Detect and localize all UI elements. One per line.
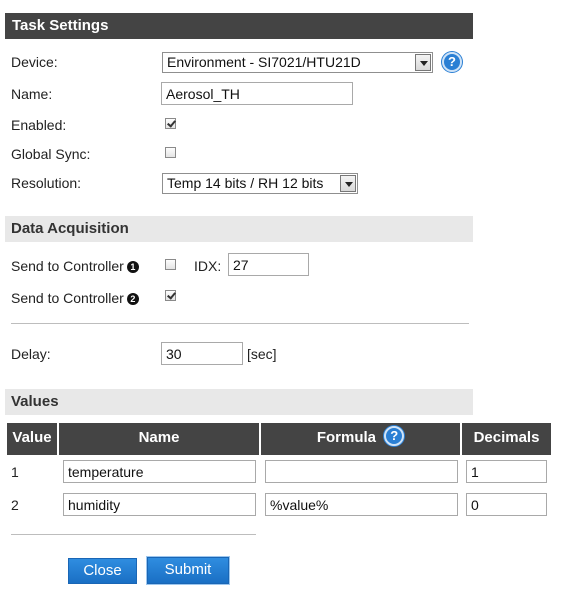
enabled-label: Enabled: bbox=[11, 117, 67, 133]
send-to-controller-2-checkbox[interactable] bbox=[165, 290, 176, 301]
column-header-name: Name bbox=[59, 423, 259, 455]
row-1-decimals-input[interactable] bbox=[466, 460, 547, 483]
send-to-controller-1-checkbox[interactable] bbox=[165, 259, 176, 270]
values-header: Values bbox=[5, 389, 473, 415]
formula-header-text: Formula bbox=[316, 429, 376, 446]
column-header-formula: Formula ? bbox=[261, 423, 460, 455]
divider bbox=[11, 534, 256, 535]
resolution-select-value: Temp 14 bits / RH 12 bits bbox=[167, 175, 324, 191]
row-2-index: 2 bbox=[11, 497, 19, 513]
device-select-value: Environment - SI7021/HTU21D bbox=[167, 54, 361, 70]
divider bbox=[11, 323, 469, 324]
close-button[interactable]: Close bbox=[68, 558, 137, 584]
formula-help-icon[interactable]: ? bbox=[384, 426, 405, 447]
send-to-controller-1-text: Send to Controller bbox=[11, 258, 124, 274]
column-header-value: Value bbox=[7, 423, 57, 455]
delay-label: Delay: bbox=[11, 346, 51, 362]
row-1-name-input[interactable] bbox=[63, 460, 256, 483]
row-2-formula-input[interactable] bbox=[265, 493, 458, 516]
enabled-checkbox[interactable] bbox=[165, 118, 176, 129]
send-to-controller-1-label: Send to Controller 1 bbox=[11, 258, 139, 274]
resolution-label: Resolution: bbox=[11, 175, 82, 191]
task-settings-header: Task Settings bbox=[5, 13, 473, 39]
row-2-name-input[interactable] bbox=[63, 493, 256, 516]
row-1-formula-input[interactable] bbox=[265, 460, 458, 483]
row-2-decimals-input[interactable] bbox=[466, 493, 547, 516]
device-select[interactable]: Environment - SI7021/HTU21D bbox=[162, 52, 433, 73]
chevron-down-icon bbox=[415, 54, 431, 71]
name-input[interactable] bbox=[161, 82, 353, 105]
data-acquisition-header: Data Acquisition bbox=[5, 216, 473, 242]
delay-input[interactable] bbox=[161, 342, 243, 365]
global-sync-label: Global Sync: bbox=[11, 146, 91, 162]
device-help-icon[interactable]: ? bbox=[442, 52, 462, 72]
resolution-select[interactable]: Temp 14 bits / RH 12 bits bbox=[162, 173, 358, 194]
send-to-controller-2-text: Send to Controller bbox=[11, 290, 124, 306]
idx-input[interactable] bbox=[228, 253, 309, 276]
idx-label: IDX: bbox=[194, 258, 222, 274]
chevron-down-icon bbox=[340, 175, 356, 192]
name-label: Name: bbox=[11, 86, 53, 102]
submit-button[interactable]: Submit bbox=[147, 557, 229, 584]
controller-2-marker: 2 bbox=[126, 293, 139, 305]
global-sync-checkbox[interactable] bbox=[165, 147, 176, 158]
controller-1-marker: 1 bbox=[126, 261, 139, 273]
delay-unit: [sec] bbox=[247, 346, 277, 362]
column-header-decimals: Decimals bbox=[462, 423, 551, 455]
device-label: Device: bbox=[11, 54, 58, 70]
row-1-index: 1 bbox=[11, 464, 19, 480]
send-to-controller-2-label: Send to Controller 2 bbox=[11, 290, 139, 306]
